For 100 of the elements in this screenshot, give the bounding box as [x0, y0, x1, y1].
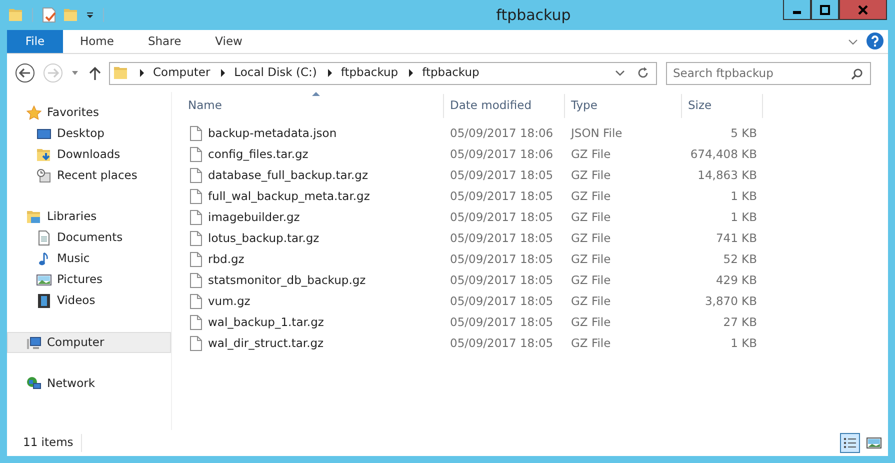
- breadcrumb-link[interactable]: Computer: [153, 64, 210, 82]
- network-icon: [26, 376, 42, 392]
- table-cell[interactable]: full_wal_backup_meta.tar.gz: [180, 188, 444, 206]
- navigation-item[interactable]: Documents: [7, 227, 171, 248]
- chevron-icon[interactable]: [326, 69, 333, 77]
- table-cell-text: GZ File: [570, 250, 612, 268]
- table-cell-text: GZ File: [570, 292, 612, 310]
- download-folder-icon: [36, 146, 52, 162]
- library-icon: [26, 208, 42, 224]
- ribbon-tab[interactable]: View: [198, 30, 260, 53]
- search-icon: [851, 68, 863, 80]
- picture-icon: [866, 435, 882, 451]
- search-field[interactable]: Search ftpbackup: [666, 62, 871, 84]
- table-cell-text: GZ File: [570, 166, 612, 184]
- breadcrumb-link[interactable]: ftpbackup: [422, 64, 480, 82]
- table-cell-text: 05/09/2017 18:05: [449, 272, 554, 289]
- navigation-item[interactable]: Libraries: [7, 206, 171, 227]
- properties-icon[interactable]: [41, 7, 57, 23]
- table-cell[interactable]: statsmonitor_db_backup.gz: [180, 272, 444, 290]
- table-cell[interactable]: lotus_backup.tar.gz: [180, 230, 444, 248]
- document-icon: [36, 230, 52, 246]
- file-icon: [190, 315, 202, 330]
- ribbon-tab[interactable]: Home: [63, 30, 131, 53]
- table-cell-text: 429 KB: [714, 272, 758, 289]
- computer-icon: [26, 334, 42, 350]
- refresh-icon[interactable]: [637, 67, 649, 79]
- file-icon: [190, 252, 202, 267]
- dropdown-icon[interactable]: [615, 68, 625, 78]
- file-icon: [190, 231, 202, 246]
- details-view-icon: [842, 435, 858, 451]
- breadcrumb-link[interactable]: ftpbackup: [340, 64, 398, 82]
- table-cell-text: 05/09/2017 18:05: [449, 314, 554, 331]
- table-cell-text: 05/09/2017 18:05: [449, 166, 554, 184]
- table-cell[interactable]: backup-metadata.json: [180, 124, 444, 142]
- file-icon: [190, 168, 202, 183]
- table-cell-text: 05/09/2017 18:05: [449, 334, 554, 352]
- column-header[interactable]: Name: [180, 94, 444, 118]
- picture-icon: [36, 272, 52, 288]
- table-cell[interactable]: wal_dir_struct.tar.gz: [180, 334, 444, 352]
- table-cell[interactable]: database_full_backup.tar.gz: [180, 166, 444, 184]
- ribbon-tab[interactable]: Share: [130, 30, 198, 53]
- table-cell-text: 05/09/2017 18:05: [449, 188, 554, 205]
- table-cell-text: 3,870 KB: [704, 292, 758, 310]
- close-button[interactable]: [839, 0, 887, 20]
- file-icon: [190, 336, 202, 351]
- chevron-icon[interactable]: [408, 69, 414, 77]
- close-icon: [858, 4, 868, 14]
- table-cell-text: GZ File: [570, 272, 612, 289]
- file-tab[interactable]: File: [7, 30, 63, 53]
- column-header[interactable]: Date modified: [444, 94, 565, 118]
- navigation-item[interactable]: Desktop: [7, 123, 171, 144]
- sort-arrow-icon: [312, 91, 320, 96]
- table-cell-text: 05/09/2017 18:05: [449, 230, 554, 247]
- breadcrumb-link[interactable]: Local Disk (C:): [234, 64, 317, 82]
- up-arrow-icon[interactable]: [89, 66, 101, 80]
- window-title: ftpbackup: [495, 4, 572, 26]
- minimize-button[interactable]: [783, 0, 811, 20]
- table-cell[interactable]: vum.gz: [180, 292, 444, 310]
- caret-icon[interactable]: [85, 10, 95, 20]
- file-icon: [190, 210, 202, 225]
- table-cell-text: GZ File: [570, 334, 612, 352]
- navigation-item[interactable]: Favorites: [7, 102, 171, 123]
- table-cell-text: GZ File: [570, 230, 612, 247]
- table-cell-text: 05/09/2017 18:06: [449, 124, 554, 142]
- navigation-item[interactable]: Pictures: [7, 269, 171, 290]
- table-cell-text: 741 KB: [714, 230, 758, 247]
- file-icon: [190, 147, 202, 162]
- table-cell-text: GZ File: [570, 208, 612, 226]
- help-icon[interactable]: [866, 32, 884, 50]
- navigation-item[interactable]: Videos: [7, 290, 171, 311]
- navigation-item[interactable]: Recent places: [7, 165, 171, 186]
- details-view-button[interactable]: [840, 433, 860, 453]
- address-bar[interactable]: Computer Local Disk (C:) ftpbackup ftpbackup: [109, 62, 657, 84]
- expand-ribbon-icon[interactable]: [848, 37, 858, 47]
- table-cell[interactable]: imagebuilder.gz: [180, 208, 444, 226]
- maximize-icon: [820, 4, 830, 14]
- navigation-item[interactable]: Downloads: [7, 144, 171, 165]
- back-icon[interactable]: [15, 63, 35, 83]
- table-cell[interactable]: wal_backup_1.tar.gz: [180, 314, 444, 332]
- table-cell[interactable]: config_files.tar.gz: [180, 146, 444, 164]
- table-cell-text: 1 KB: [730, 334, 758, 352]
- navigation-item[interactable]: Music: [7, 248, 171, 269]
- table-cell-text: 52 KB: [722, 250, 758, 268]
- navigation-item[interactable]: Network: [7, 373, 171, 394]
- navigation-item[interactable]: Computer: [7, 332, 171, 353]
- table-cell[interactable]: rbd.gz: [180, 250, 444, 268]
- item-count: 11 items: [7, 434, 82, 452]
- column-header[interactable]: Type: [565, 94, 682, 118]
- column-header[interactable]: Size: [682, 94, 763, 118]
- chevron-icon[interactable]: [139, 69, 145, 77]
- table-cell-text: GZ File: [570, 146, 612, 163]
- file-icon: [190, 273, 202, 288]
- table-cell-text: GZ File: [570, 188, 612, 205]
- table-cell-text: 1 KB: [730, 188, 758, 205]
- file-icon: [190, 294, 202, 309]
- maximize-button[interactable]: [811, 0, 839, 20]
- table-cell-text: 1 KB: [730, 208, 758, 226]
- table-cell-text: JSON File: [569, 124, 624, 142]
- table-cell-text: 14,863 KB: [696, 166, 758, 184]
- chevron-icon[interactable]: [220, 69, 226, 77]
